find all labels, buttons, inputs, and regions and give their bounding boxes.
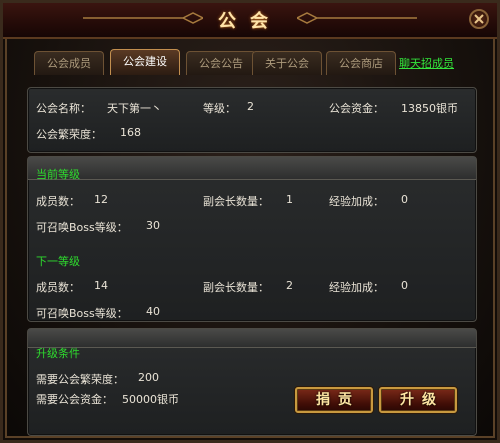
next-level-heading: 下一等级 [36, 255, 80, 268]
guild-window: 公会 公会成员 公会建设 公会公告 关于公会 公会商店 聊天招成员 公会名称： … [0, 0, 500, 443]
level-panel-header [28, 157, 476, 180]
guild-info-panel: 公会名称： 天下第一丶 等级： 2 公会资金： 13850银币 公会繁荣度： 1… [27, 87, 477, 153]
required-funds-label: 需要公会资金： [36, 393, 113, 406]
tab-guild-shop[interactable]: 公会商店 [326, 51, 396, 75]
guild-funds-value: 13850银币 [401, 102, 458, 115]
next-boss-label: 可召唤Boss等级： [36, 307, 128, 320]
upgrade-panel-header [28, 329, 476, 348]
required-prosperity-label: 需要公会繁荣度： [36, 373, 124, 386]
required-prosperity-value: 200 [138, 371, 159, 384]
title-bar[interactable]: 公会 [3, 3, 497, 39]
current-level-heading: 当前等级 [36, 168, 80, 181]
window-title: 公会 [218, 11, 282, 32]
current-members-label: 成员数： [36, 195, 80, 208]
guild-level-value: 2 [247, 100, 254, 113]
upgrade-conditions-panel: 升级条件 需要公会繁荣度： 200 需要公会资金： 50000银币 [27, 328, 477, 436]
current-boss-label: 可召唤Boss等级： [36, 221, 128, 234]
next-exp-value: 0 [401, 279, 408, 292]
current-members-value: 12 [94, 193, 108, 206]
current-exp-value: 0 [401, 193, 408, 206]
upgrade-heading: 升级条件 [36, 347, 80, 360]
close-button[interactable] [469, 9, 489, 29]
guild-level-label: 等级： [203, 102, 236, 115]
next-exp-label: 经验加成： [329, 281, 384, 294]
donate-button[interactable]: 捐贡 [295, 387, 373, 413]
tab-guild-announcement[interactable]: 公会公告 [186, 51, 256, 75]
next-members-value: 14 [94, 279, 108, 292]
tab-guild-construction[interactable]: 公会建设 [110, 49, 180, 75]
level-panel: 当前等级 成员数： 12 副会长数量： 1 经验加成： 0 可召唤Boss等级：… [27, 156, 477, 322]
next-vice-label: 副会长数量： [203, 281, 269, 294]
current-exp-label: 经验加成： [329, 195, 384, 208]
next-boss-value: 40 [146, 305, 160, 318]
title-ornament-right [297, 12, 417, 24]
guild-name-label: 公会名称： [36, 102, 91, 115]
current-vice-label: 副会长数量： [203, 195, 269, 208]
chat-recruit-link[interactable]: 聊天招成员 [399, 55, 454, 71]
current-boss-value: 30 [146, 219, 160, 232]
tab-guild-members[interactable]: 公会成员 [34, 51, 104, 75]
upgrade-button[interactable]: 升级 [379, 387, 457, 413]
guild-prosperity-value: 168 [120, 126, 141, 139]
next-members-label: 成员数： [36, 281, 80, 294]
required-funds-value: 50000银币 [122, 393, 179, 406]
guild-funds-label: 公会资金： [329, 102, 384, 115]
current-vice-value: 1 [286, 193, 293, 206]
tab-about-guild[interactable]: 关于公会 [252, 51, 322, 75]
guild-name-value: 天下第一丶 [107, 102, 162, 115]
guild-prosperity-label: 公会繁荣度： [36, 128, 102, 141]
close-icon [474, 14, 484, 24]
next-vice-value: 2 [286, 279, 293, 292]
